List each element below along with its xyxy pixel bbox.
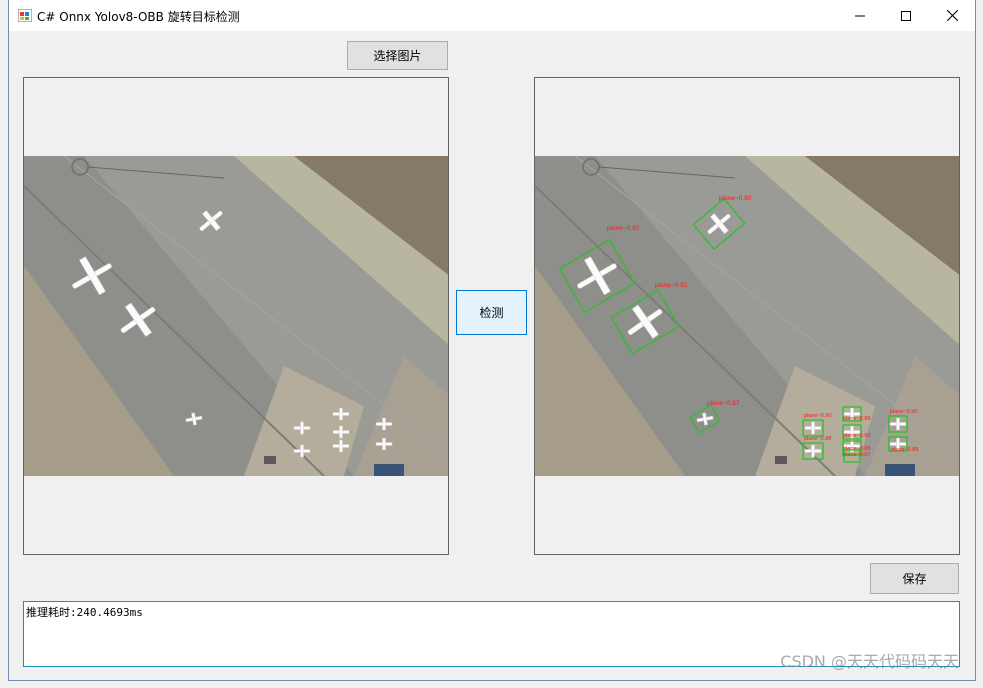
main-window: C# Onnx Yolov8-OBB 旋转目标检测 选择图片 检测 plane~… [8,0,976,681]
result-aerial-image: plane~0.92 plane~0.90 plane~0.92 plane~0.87… [535,156,959,476]
detection-label: plane~0.88 [843,416,870,422]
detection-label: plane~0.88 [804,436,831,442]
detection-label: plane~0.90 [804,413,831,419]
select-image-button[interactable]: 选择图片 [347,41,448,70]
maximize-icon [901,10,911,21]
detection-label: plane~0.92 [607,225,640,232]
detection-label: plane~0.92 [655,282,688,289]
maximize-button[interactable] [883,0,929,31]
detection-label: plane~0.89 [843,433,870,439]
window-title: C# Onnx Yolov8-OBB 旋转目标检测 [37,10,240,24]
minimize-icon [855,15,865,16]
save-button[interactable]: 保存 [870,563,959,594]
source-image-box [23,77,449,555]
title-bar: C# Onnx Yolov8-OBB 旋转目标检测 [9,0,975,31]
app-icon [18,9,32,22]
source-aerial-image [24,156,448,476]
detection-label: plane~0.90 [890,409,917,415]
detection-label: plane~0.88 [891,447,918,453]
detection-label: plane~0.87 [707,400,740,407]
result-image-box: plane~0.92 plane~0.90 plane~0.92 plane~0.87… [534,77,960,555]
detect-button[interactable]: 检测 [456,290,527,335]
minimize-button[interactable] [837,0,883,31]
detection-label: plane~0.90 [719,195,752,202]
watermark: CSDN @天天代码码天天 [780,652,959,671]
close-icon [946,10,958,21]
close-button[interactable] [929,0,975,31]
detection-label: plane~0.87 [843,452,870,458]
